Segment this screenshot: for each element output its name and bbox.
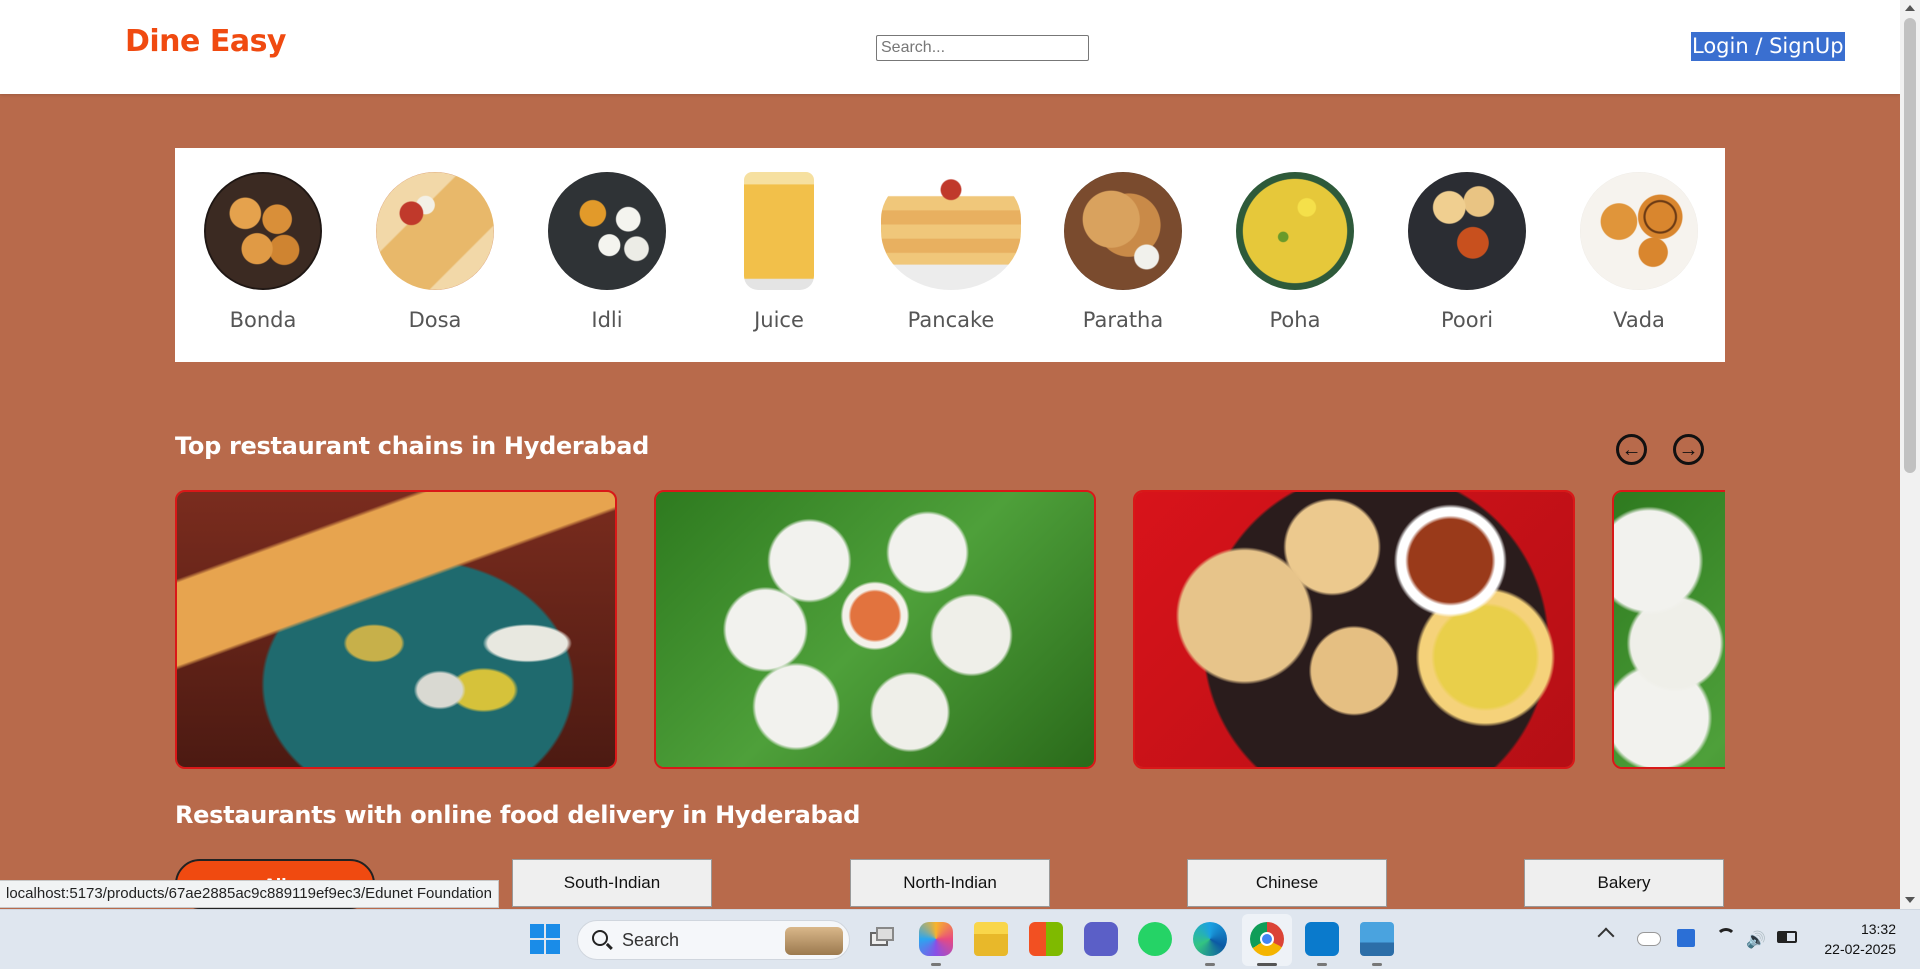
pancake-image — [881, 172, 1021, 290]
category-item-bonda[interactable]: Bonda — [188, 148, 338, 362]
arrow-right-icon: → — [1678, 438, 1699, 461]
scroll-up-arrow-icon[interactable] — [1905, 5, 1915, 11]
search-highlight-icon — [785, 927, 843, 955]
page-scrollbar[interactable] — [1900, 0, 1920, 909]
taskbar-running-indicator — [1205, 963, 1215, 966]
volume-icon[interactable]: 🔊 — [1746, 930, 1766, 950]
category-label: Idli — [591, 308, 623, 332]
teams-icon[interactable] — [1084, 922, 1118, 956]
category-label: Dosa — [408, 308, 462, 332]
category-item-idli[interactable]: Idli — [532, 148, 682, 362]
restaurant-carousel — [175, 490, 1725, 770]
task-view-icon[interactable] — [864, 922, 898, 956]
browser-status-url: localhost:5173/products/67ae2885ac9c8891… — [0, 880, 499, 908]
paratha-image — [1064, 172, 1182, 290]
taskbar-clock-date[interactable]: 22-02-2025 — [1810, 941, 1896, 957]
category-label: Pancake — [907, 308, 995, 332]
taskbar-active-indicator — [1257, 963, 1277, 966]
category-item-juice[interactable]: Juice — [704, 148, 854, 362]
vada-image — [1580, 172, 1698, 290]
dosa-image — [376, 172, 494, 290]
category-label: Bonda — [229, 308, 297, 332]
brand-logo[interactable]: Dine Easy — [125, 24, 286, 59]
restaurant-card[interactable] — [654, 490, 1096, 769]
taskbar-search-box[interactable]: Search — [577, 920, 850, 960]
chevron-up-icon[interactable] — [1597, 927, 1615, 945]
taskbar-running-indicator — [931, 963, 941, 966]
idli-platter-image — [656, 492, 1094, 767]
restaurant-card[interactable] — [1133, 490, 1575, 769]
notification-app-icon[interactable] — [1677, 929, 1695, 947]
category-label: Poha — [1269, 308, 1321, 332]
idli-platter-image — [1614, 492, 1725, 767]
category-item-paratha[interactable]: Paratha — [1048, 148, 1198, 362]
scrollbar-thumb[interactable] — [1904, 18, 1916, 473]
filter-north-indian-button[interactable]: North-Indian — [850, 859, 1050, 907]
category-item-pancake[interactable]: Pancake — [876, 148, 1026, 362]
login-signup-link[interactable]: Login / SignUp — [1691, 32, 1845, 61]
filter-bakery-button[interactable]: Bakery — [1524, 859, 1724, 907]
wifi-icon[interactable] — [1716, 928, 1736, 948]
category-item-poori[interactable]: Poori — [1392, 148, 1542, 362]
filter-chinese-button[interactable]: Chinese — [1187, 859, 1387, 907]
vscode-icon[interactable] — [1305, 922, 1339, 956]
file-explorer-icon[interactable] — [974, 922, 1008, 956]
carousel-prev-button[interactable]: ← — [1616, 434, 1647, 465]
microsoft-store-icon[interactable] — [1029, 922, 1063, 956]
onedrive-icon[interactable] — [1637, 932, 1661, 946]
filter-south-indian-button[interactable]: South-Indian — [512, 859, 712, 907]
idli-image — [548, 172, 666, 290]
chrome-icon[interactable] — [1250, 922, 1284, 956]
carousel-next-button[interactable]: → — [1673, 434, 1704, 465]
poori-platter-image — [1135, 492, 1573, 767]
category-item-vada[interactable]: Vada — [1564, 148, 1714, 362]
poha-image — [1236, 172, 1354, 290]
category-label: Paratha — [1082, 308, 1164, 332]
arrow-left-icon: ← — [1621, 438, 1642, 461]
taskbar-running-indicator — [1372, 963, 1382, 966]
whatsapp-icon[interactable] — [1138, 922, 1172, 956]
copilot-icon[interactable] — [919, 922, 953, 956]
top-chains-title: Top restaurant chains in Hyderabad — [175, 432, 650, 460]
taskbar-running-indicator — [1317, 963, 1327, 966]
windows-start-icon[interactable] — [528, 922, 562, 956]
restaurant-card[interactable] — [175, 490, 617, 769]
category-item-dosa[interactable]: Dosa — [360, 148, 510, 362]
taskbar-search-label: Search — [622, 930, 680, 950]
photos-icon[interactable] — [1360, 922, 1394, 956]
search-icon — [592, 930, 608, 946]
site-header: Dine Easy Login / SignUp — [0, 0, 1900, 94]
juice-image — [744, 172, 814, 290]
poori-image — [1408, 172, 1526, 290]
scroll-down-arrow-icon[interactable] — [1905, 897, 1915, 903]
category-label: Vada — [1613, 308, 1665, 332]
browser-viewport: Dine Easy Login / SignUp Bonda Dosa Idli… — [0, 0, 1900, 909]
online-delivery-title: Restaurants with online food delivery in… — [175, 801, 861, 829]
battery-icon[interactable] — [1777, 931, 1797, 943]
taskbar-clock-time[interactable]: 13:32 — [1810, 921, 1896, 937]
restaurant-card[interactable] — [1612, 490, 1725, 769]
category-item-poha[interactable]: Poha — [1220, 148, 1370, 362]
bonda-image — [204, 172, 322, 290]
category-strip: Bonda Dosa Idli Juice Pancake Paratha Po… — [175, 148, 1725, 362]
category-label: Juice — [754, 308, 804, 332]
windows-taskbar: Search 🔊 13:32 22-02-2025 — [0, 909, 1920, 969]
category-label: Poori — [1440, 308, 1494, 332]
search-input[interactable] — [876, 35, 1089, 61]
dosa-platter-image — [177, 492, 615, 767]
edge-icon[interactable] — [1193, 922, 1227, 956]
